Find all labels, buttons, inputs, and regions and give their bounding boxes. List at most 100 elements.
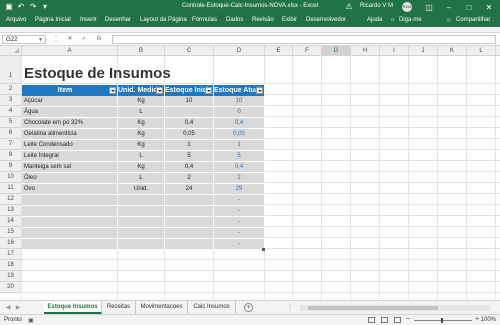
column-header-e[interactable]: E [265,46,293,56]
column-header-f[interactable]: F [293,46,322,56]
cell-estoque-inicial[interactable]: 0,4 [165,162,214,173]
filter-dropdown-icon[interactable] [256,87,263,94]
cell-unid-medida[interactable]: Kg [118,118,165,129]
column-header-l[interactable]: L [467,46,496,56]
cell-estoque-inicial[interactable] [165,228,214,239]
zoom-level[interactable]: 100% [481,317,496,323]
cell-estoque-atual[interactable]: 0,4 [214,162,265,173]
cell-estoque-atual[interactable]: 10 [214,96,265,107]
row-header-20[interactable]: 20 [0,282,22,293]
cell-unid-medida[interactable] [118,228,165,239]
cell-unid-medida[interactable]: Kg [118,162,165,173]
row-header-15[interactable]: 15 [0,227,22,238]
cell-unid-medida[interactable] [118,217,165,228]
row-header-14[interactable]: 14 [0,216,22,227]
column-header-k[interactable]: K [438,46,467,56]
cell-estoque-inicial[interactable]: 0,4 [165,118,214,129]
cell-item[interactable] [22,228,118,239]
table-resize-handle[interactable] [262,248,265,251]
tab-ajuda[interactable]: Ajuda [367,17,382,23]
tab-dados[interactable]: Dados [226,17,243,23]
cell-item[interactable]: Manteiga sem sal [22,162,118,173]
macro-record-icon[interactable]: ▣ [28,317,34,324]
row-header-19[interactable]: 19 [0,271,22,282]
cell-unid-medida[interactable]: L [118,151,165,162]
user-name[interactable]: Ricardo V M [360,3,393,9]
zoom-out-icon[interactable]: − [406,316,410,323]
page-break-view-icon[interactable] [394,317,401,323]
name-box[interactable]: G22 ▼ [2,35,46,44]
cell-estoque-inicial[interactable]: 1 [165,140,214,151]
row-header-9[interactable]: 9 [0,161,22,172]
tab-revisao[interactable]: Revisão [252,17,274,23]
minimize-icon[interactable]: – [438,0,460,15]
cell-estoque-atual[interactable]: 0,4 [214,118,265,129]
worksheet-grid[interactable]: ABCDEFGHIJKLM 12345678910111213141516171… [0,46,500,300]
cell-unid-medida[interactable]: Kg [118,96,165,107]
cell-estoque-atual[interactable]: 0,05 [214,129,265,140]
add-sheet-button[interactable]: + [244,303,253,312]
cell-unid-medida[interactable]: L [118,107,165,118]
tab-layout-da-pagina[interactable]: Layout da Página [140,17,187,23]
sheet-tab-movimentacoes[interactable]: Movimentacoes [136,301,188,314]
cell-item[interactable] [22,195,118,206]
column-header-c[interactable]: C [165,46,214,56]
cell-item[interactable] [22,217,118,228]
tab-formulas[interactable]: Fórmulas [192,17,217,23]
row-header-10[interactable]: 10 [0,172,22,183]
cell-estoque-atual[interactable]: - [214,228,265,239]
sheet-tab-receitas[interactable]: Receitas [102,301,136,314]
avatar[interactable]: RVM [402,2,412,12]
cell-estoque-inicial[interactable] [165,217,214,228]
cell-item[interactable]: Leite Condensado [22,140,118,151]
tell-me-search[interactable]: Diga-me [399,17,422,23]
maximize-icon[interactable]: □ [458,0,480,15]
cell-unid-medida[interactable] [118,195,165,206]
cancel-icon[interactable]: ✕ [66,35,74,44]
row-header-6[interactable]: 6 [0,128,22,139]
filter-dropdown-icon[interactable] [109,87,116,94]
ribbon-display-options-icon[interactable]: ◫ [418,0,440,15]
cell-unid-medida[interactable] [118,239,165,250]
column-header-g[interactable]: G [322,46,351,56]
row-header-7[interactable]: 7 [0,139,22,150]
cell-estoque-atual[interactable]: - [214,206,265,217]
sheet-tab-estoque-insumos[interactable]: Estoque Insumos [44,301,102,314]
cell-estoque-inicial[interactable] [165,239,214,250]
cell-unid-medida[interactable] [118,206,165,217]
row-header-1[interactable]: 1 [0,56,22,84]
row-header-16[interactable]: 16 [0,238,22,249]
enter-icon[interactable]: ✓ [80,35,88,44]
cell-estoque-atual[interactable]: 1 [214,140,265,151]
row-header-18[interactable]: 18 [0,260,22,271]
zoom-in-icon[interactable]: + [475,316,479,323]
filter-dropdown-icon[interactable] [156,87,163,94]
header-estoque-inicial[interactable]: Estoque Inicial [165,85,214,96]
header-item[interactable]: Item [22,85,118,96]
column-header-i[interactable]: I [380,46,409,56]
row-header-11[interactable]: 11 [0,183,22,194]
tab-pagina-inicial[interactable]: Página Inicial [35,17,71,23]
cell-estoque-inicial[interactable]: 0,05 [165,129,214,140]
header-estoque-atual[interactable]: Estoque Atual [214,85,265,96]
tab-desenhar[interactable]: Desenhar [105,17,131,23]
row-header-8[interactable]: 8 [0,150,22,161]
cell-estoque-atual[interactable]: - [214,195,265,206]
cell-estoque-inicial[interactable] [165,206,214,217]
normal-view-icon[interactable] [368,317,375,323]
cell-item[interactable] [22,239,118,250]
select-all-button[interactable] [0,46,22,56]
cell-item[interactable] [22,206,118,217]
cell-unid-medida[interactable]: L [118,173,165,184]
cell-item[interactable]: Gelatina alimentícia [22,129,118,140]
row-header-12[interactable]: 12 [0,194,22,205]
row-header-17[interactable]: 17 [0,249,22,260]
cell-estoque-atual[interactable]: 5 [214,151,265,162]
row-header-4[interactable]: 4 [0,106,22,117]
row-header-5[interactable]: 5 [0,117,22,128]
cell-estoque-inicial[interactable]: 5 [165,151,214,162]
cell-item[interactable]: Chocolate em pó 32% [22,118,118,129]
cell-item[interactable]: Ovo [22,184,118,195]
page-layout-view-icon[interactable] [381,317,388,323]
sheet-tab-calc-insumos[interactable]: Calc Insumos [188,301,236,314]
